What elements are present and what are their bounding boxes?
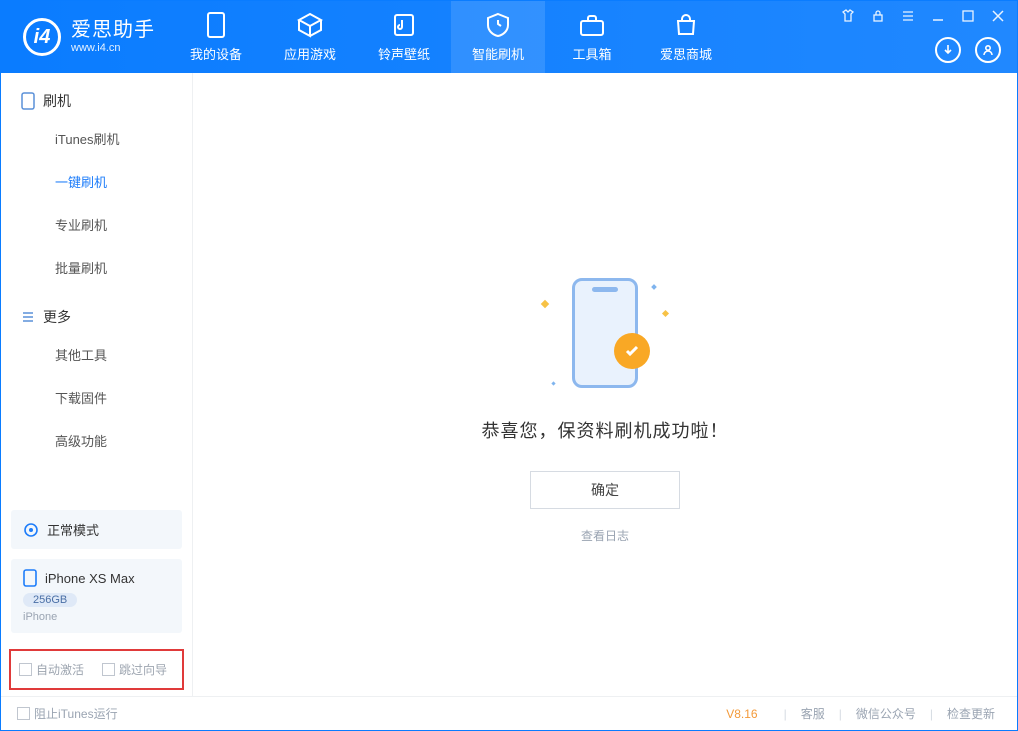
header-right-icons <box>935 37 1001 63</box>
mode-label: 正常模式 <box>47 520 99 539</box>
device-card[interactable]: iPhone XS Max 256GB iPhone <box>11 559 182 633</box>
check-badge-icon <box>614 333 650 369</box>
view-log-link[interactable]: 查看日志 <box>581 527 629 544</box>
tab-my-device[interactable]: 我的设备 <box>169 1 263 73</box>
download-icon[interactable] <box>935 37 961 63</box>
music-icon <box>391 12 417 38</box>
window-controls <box>839 7 1007 25</box>
shirt-icon[interactable] <box>839 7 857 25</box>
checkbox-label: 自动激活 <box>36 661 84 678</box>
sparkle-icon <box>551 381 555 385</box>
tab-ringtones[interactable]: 铃声壁纸 <box>357 1 451 73</box>
cube-icon <box>297 12 323 38</box>
sidebar: 刷机 iTunes刷机 一键刷机 专业刷机 批量刷机 更多 其他工具 下载固件 … <box>1 73 193 696</box>
version-label: V8.16 <box>726 707 757 721</box>
mode-card[interactable]: 正常模式 <box>11 510 182 549</box>
sparkle-icon <box>651 284 657 290</box>
tab-apps[interactable]: 应用游戏 <box>263 1 357 73</box>
checkbox-icon <box>102 663 115 676</box>
separator: | <box>839 707 842 721</box>
tab-label: 爱思商城 <box>660 44 712 63</box>
footer: 阻止iTunes运行 V8.16 | 客服 | 微信公众号 | 检查更新 <box>1 696 1017 730</box>
tab-toolbox[interactable]: 工具箱 <box>545 1 639 73</box>
sparkle-icon <box>541 300 549 308</box>
close-button[interactable] <box>989 7 1007 25</box>
sidebar-item-itunes-flash[interactable]: iTunes刷机 <box>1 117 192 160</box>
tab-label: 我的设备 <box>190 44 242 63</box>
tab-flash[interactable]: 智能刷机 <box>451 1 545 73</box>
separator: | <box>930 707 933 721</box>
sidebar-item-pro-flash[interactable]: 专业刷机 <box>1 203 192 246</box>
sidebar-item-download-firmware[interactable]: 下载固件 <box>1 376 192 419</box>
tab-label: 应用游戏 <box>284 44 336 63</box>
storage-badge: 256GB <box>23 593 77 607</box>
update-link[interactable]: 检查更新 <box>941 705 1001 722</box>
block-itunes-checkbox[interactable]: 阻止iTunes运行 <box>17 705 118 722</box>
options-box: 自动激活 跳过向导 <box>9 649 184 690</box>
ok-button[interactable]: 确定 <box>530 471 680 509</box>
tab-label: 铃声壁纸 <box>378 44 430 63</box>
separator: | <box>784 707 787 721</box>
menu-icon[interactable] <box>899 7 917 25</box>
wechat-link[interactable]: 微信公众号 <box>850 705 922 722</box>
sidebar-section-title: 刷机 <box>43 91 71 111</box>
bag-icon <box>673 12 699 38</box>
user-icon[interactable] <box>975 37 1001 63</box>
auto-activate-checkbox[interactable]: 自动激活 <box>19 661 84 678</box>
sidebar-section-flash: 刷机 <box>1 91 192 117</box>
tab-label: 工具箱 <box>572 44 611 63</box>
sidebar-item-onekey-flash[interactable]: 一键刷机 <box>1 160 192 203</box>
tab-shop[interactable]: 爱思商城 <box>639 1 733 73</box>
logo-block: i4 爱思助手 www.i4.cn <box>1 18 169 56</box>
top-tabs: 我的设备 应用游戏 铃声壁纸 智能刷机 工具箱 爱思商城 <box>169 1 733 73</box>
sidebar-item-other-tools[interactable]: 其他工具 <box>1 333 192 376</box>
sidebar-section-title: 更多 <box>43 307 71 327</box>
sidebar-section-more: 更多 <box>1 307 192 333</box>
sidebar-item-advanced[interactable]: 高级功能 <box>1 419 192 462</box>
main-area: 恭喜您，保资料刷机成功啦！ 确定 查看日志 <box>193 73 1017 696</box>
skip-guide-checkbox[interactable]: 跳过向导 <box>102 661 167 678</box>
support-link[interactable]: 客服 <box>795 705 831 722</box>
success-illustration <box>540 273 670 393</box>
sidebar-item-batch-flash[interactable]: 批量刷机 <box>1 246 192 289</box>
lock-icon[interactable] <box>869 7 887 25</box>
device-icon <box>203 12 229 38</box>
device-name: iPhone XS Max <box>45 571 135 586</box>
logo-icon: i4 <box>23 18 61 56</box>
tab-label: 智能刷机 <box>472 44 524 63</box>
checkbox-icon <box>19 663 32 676</box>
device-type: iPhone <box>23 611 170 623</box>
maximize-button[interactable] <box>959 7 977 25</box>
toolbox-icon <box>579 12 605 38</box>
titlebar: i4 爱思助手 www.i4.cn 我的设备 应用游戏 铃声壁纸 智能刷机 <box>1 1 1017 73</box>
checkbox-label: 跳过向导 <box>119 661 167 678</box>
sparkle-icon <box>662 310 669 317</box>
success-message: 恭喜您，保资料刷机成功啦！ <box>482 417 729 443</box>
brand-name: 爱思助手 <box>71 19 155 42</box>
minimize-button[interactable] <box>929 7 947 25</box>
checkbox-label: 阻止iTunes运行 <box>34 705 118 722</box>
shield-icon <box>485 12 511 38</box>
checkbox-icon <box>17 707 30 720</box>
brand-site: www.i4.cn <box>71 42 155 55</box>
